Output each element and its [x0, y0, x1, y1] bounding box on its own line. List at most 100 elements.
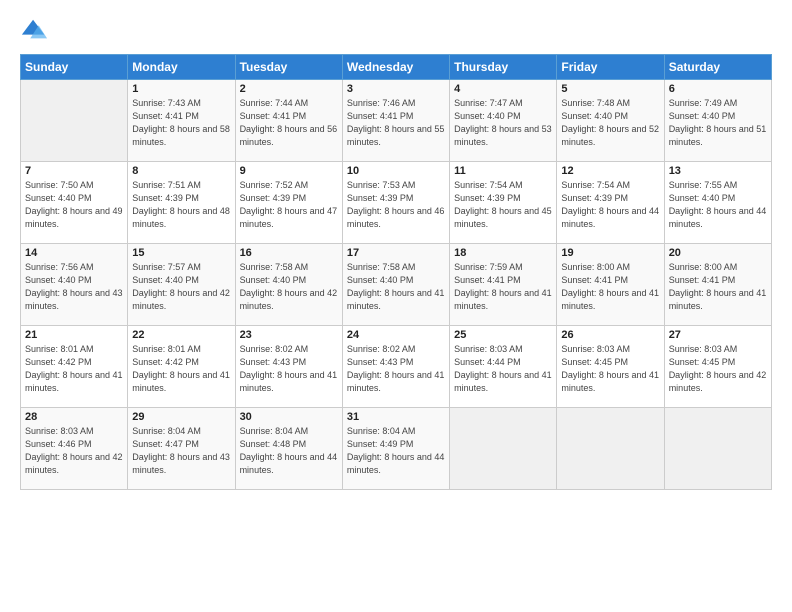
day-cell: 18 Sunrise: 7:59 AMSunset: 4:41 PMDayligh…: [450, 244, 557, 326]
day-number: 9: [240, 165, 338, 177]
day-cell: 20 Sunrise: 8:00 AMSunset: 4:41 PMDayligh…: [664, 244, 771, 326]
day-info: Sunrise: 8:03 AMSunset: 4:45 PMDaylight:…: [561, 343, 659, 395]
day-cell: 29 Sunrise: 8:04 AMSunset: 4:47 PMDayligh…: [128, 408, 235, 490]
day-info: Sunrise: 7:46 AMSunset: 4:41 PMDaylight:…: [347, 97, 445, 149]
day-info: Sunrise: 7:43 AMSunset: 4:41 PMDaylight:…: [132, 97, 230, 149]
day-cell: 25 Sunrise: 8:03 AMSunset: 4:44 PMDayligh…: [450, 326, 557, 408]
day-number: 1: [132, 83, 230, 95]
day-number: 28: [25, 411, 123, 423]
day-number: 8: [132, 165, 230, 177]
day-info: Sunrise: 7:54 AMSunset: 4:39 PMDaylight:…: [561, 179, 659, 231]
day-number: 13: [669, 165, 767, 177]
day-info: Sunrise: 8:02 AMSunset: 4:43 PMDaylight:…: [240, 343, 338, 395]
week-row-2: 14Sunrise: 7:56 AMSunset: 4:40 PMDayligh…: [21, 244, 772, 326]
day-number: 4: [454, 83, 552, 95]
day-info: Sunrise: 8:01 AMSunset: 4:42 PMDaylight:…: [25, 343, 123, 395]
day-cell: 5 Sunrise: 7:48 AMSunset: 4:40 PMDaylight…: [557, 80, 664, 162]
day-info: Sunrise: 7:44 AMSunset: 4:41 PMDaylight:…: [240, 97, 338, 149]
day-cell: 2 Sunrise: 7:44 AMSunset: 4:41 PMDaylight…: [235, 80, 342, 162]
day-info: Sunrise: 8:04 AMSunset: 4:49 PMDaylight:…: [347, 425, 445, 477]
day-cell: 13 Sunrise: 7:55 AMSunset: 4:40 PMDayligh…: [664, 162, 771, 244]
day-info: Sunrise: 7:49 AMSunset: 4:40 PMDaylight:…: [669, 97, 767, 149]
day-cell: 1 Sunrise: 7:43 AMSunset: 4:41 PMDaylight…: [128, 80, 235, 162]
day-info: Sunrise: 7:55 AMSunset: 4:40 PMDaylight:…: [669, 179, 767, 231]
day-number: 11: [454, 165, 552, 177]
day-number: 21: [25, 329, 123, 341]
week-row-4: 28 Sunrise: 8:03 AMSunset: 4:46 PMDayligh…: [21, 408, 772, 490]
day-number: 7: [25, 165, 123, 177]
day-info: Sunrise: 7:51 AMSunset: 4:39 PMDaylight:…: [132, 179, 230, 231]
day-info: Sunrise: 8:00 AMSunset: 4:41 PMDaylight:…: [561, 261, 659, 313]
day-info: Sunrise: 8:04 AMSunset: 4:48 PMDaylight:…: [240, 425, 338, 477]
calendar: SundayMondayTuesdayWednesdayThursdayFrid…: [20, 54, 772, 490]
calendar-header-row: SundayMondayTuesdayWednesdayThursdayFrid…: [21, 55, 772, 80]
day-number: 5: [561, 83, 659, 95]
day-number: 29: [132, 411, 230, 423]
day-info: Sunrise: 7:58 AMSunset: 4:40 PMDaylight:…: [347, 261, 445, 313]
day-info: Sunrise: 7:56 AMSunset: 4:40 PMDaylight:…: [25, 261, 123, 313]
header-wednesday: Wednesday: [342, 55, 449, 80]
day-number: 27: [669, 329, 767, 341]
day-number: 2: [240, 83, 338, 95]
day-info: Sunrise: 8:03 AMSunset: 4:46 PMDaylight:…: [25, 425, 123, 477]
day-number: 3: [347, 83, 445, 95]
day-info: Sunrise: 7:58 AMSunset: 4:40 PMDaylight:…: [240, 261, 338, 313]
day-info: Sunrise: 8:04 AMSunset: 4:47 PMDaylight:…: [132, 425, 230, 477]
day-cell: 6Sunrise: 7:49 AMSunset: 4:40 PMDaylight…: [664, 80, 771, 162]
week-row-3: 21 Sunrise: 8:01 AMSunset: 4:42 PMDayligh…: [21, 326, 772, 408]
day-info: Sunrise: 8:03 AMSunset: 4:45 PMDaylight:…: [669, 343, 767, 395]
day-cell: 27 Sunrise: 8:03 AMSunset: 4:45 PMDayligh…: [664, 326, 771, 408]
day-cell: 8 Sunrise: 7:51 AMSunset: 4:39 PMDaylight…: [128, 162, 235, 244]
day-cell: 3 Sunrise: 7:46 AMSunset: 4:41 PMDaylight…: [342, 80, 449, 162]
day-cell: 16 Sunrise: 7:58 AMSunset: 4:40 PMDayligh…: [235, 244, 342, 326]
day-cell: 21 Sunrise: 8:01 AMSunset: 4:42 PMDayligh…: [21, 326, 128, 408]
day-number: 23: [240, 329, 338, 341]
day-cell: 9 Sunrise: 7:52 AMSunset: 4:39 PMDaylight…: [235, 162, 342, 244]
day-cell: [664, 408, 771, 490]
day-cell: 22Sunrise: 8:01 AMSunset: 4:42 PMDayligh…: [128, 326, 235, 408]
day-number: 16: [240, 247, 338, 259]
day-info: Sunrise: 7:59 AMSunset: 4:41 PMDaylight:…: [454, 261, 552, 313]
day-number: 31: [347, 411, 445, 423]
day-info: Sunrise: 7:54 AMSunset: 4:39 PMDaylight:…: [454, 179, 552, 231]
day-cell: [557, 408, 664, 490]
day-cell: 23 Sunrise: 8:02 AMSunset: 4:43 PMDayligh…: [235, 326, 342, 408]
day-number: 12: [561, 165, 659, 177]
day-cell: [21, 80, 128, 162]
day-cell: 12 Sunrise: 7:54 AMSunset: 4:39 PMDayligh…: [557, 162, 664, 244]
day-cell: 15 Sunrise: 7:57 AMSunset: 4:40 PMDayligh…: [128, 244, 235, 326]
day-number: 15: [132, 247, 230, 259]
day-cell: 4Sunrise: 7:47 AMSunset: 4:40 PMDaylight…: [450, 80, 557, 162]
day-number: 30: [240, 411, 338, 423]
day-number: 20: [669, 247, 767, 259]
day-number: 18: [454, 247, 552, 259]
day-number: 19: [561, 247, 659, 259]
day-cell: 28 Sunrise: 8:03 AMSunset: 4:46 PMDayligh…: [21, 408, 128, 490]
header-tuesday: Tuesday: [235, 55, 342, 80]
day-number: 17: [347, 247, 445, 259]
day-info: Sunrise: 7:48 AMSunset: 4:40 PMDaylight:…: [561, 97, 659, 149]
day-number: 25: [454, 329, 552, 341]
day-cell: 26 Sunrise: 8:03 AMSunset: 4:45 PMDayligh…: [557, 326, 664, 408]
week-row-1: 7 Sunrise: 7:50 AMSunset: 4:40 PMDaylight…: [21, 162, 772, 244]
day-cell: 24Sunrise: 8:02 AMSunset: 4:43 PMDayligh…: [342, 326, 449, 408]
header-thursday: Thursday: [450, 55, 557, 80]
header-saturday: Saturday: [664, 55, 771, 80]
day-number: 10: [347, 165, 445, 177]
day-info: Sunrise: 7:52 AMSunset: 4:39 PMDaylight:…: [240, 179, 338, 231]
day-info: Sunrise: 7:50 AMSunset: 4:40 PMDaylight:…: [25, 179, 123, 231]
day-cell: 17 Sunrise: 7:58 AMSunset: 4:40 PMDayligh…: [342, 244, 449, 326]
day-cell: [450, 408, 557, 490]
day-info: Sunrise: 7:57 AMSunset: 4:40 PMDaylight:…: [132, 261, 230, 313]
day-number: 24: [347, 329, 445, 341]
day-cell: 30 Sunrise: 8:04 AMSunset: 4:48 PMDayligh…: [235, 408, 342, 490]
header-friday: Friday: [557, 55, 664, 80]
logo: [20, 16, 52, 44]
week-row-0: 1 Sunrise: 7:43 AMSunset: 4:41 PMDaylight…: [21, 80, 772, 162]
day-cell: 31 Sunrise: 8:04 AMSunset: 4:49 PMDayligh…: [342, 408, 449, 490]
day-number: 26: [561, 329, 659, 341]
header-sunday: Sunday: [21, 55, 128, 80]
day-info: Sunrise: 8:03 AMSunset: 4:44 PMDaylight:…: [454, 343, 552, 395]
logo-icon: [20, 16, 48, 44]
day-info: Sunrise: 8:00 AMSunset: 4:41 PMDaylight:…: [669, 261, 767, 313]
